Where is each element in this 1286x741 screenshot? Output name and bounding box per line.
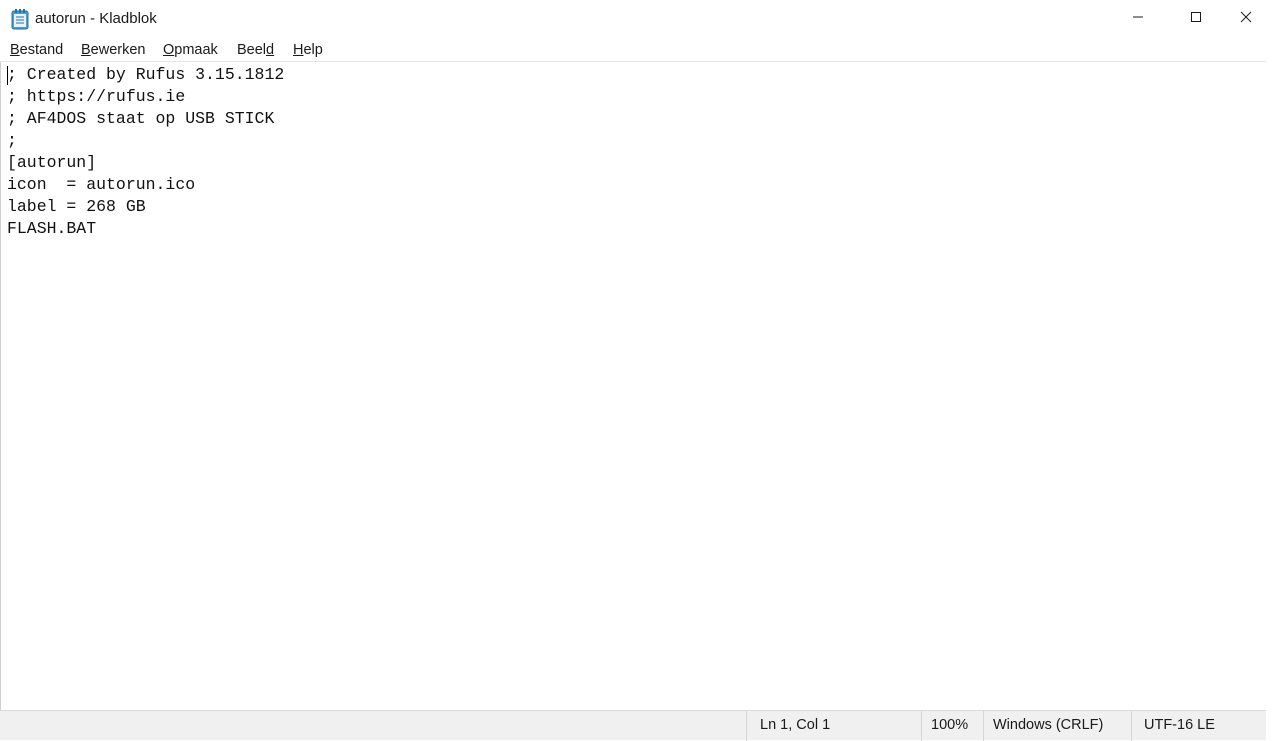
menu-bar: Bestand Bewerken Opmaak Beeld Help	[0, 38, 1266, 62]
status-zoom: 100%	[921, 711, 983, 741]
notepad-icon	[11, 8, 29, 30]
notepad-window: autorun - Kladblok Bestand Bewerken Opma…	[0, 0, 1266, 741]
desktop-edge	[1266, 0, 1286, 740]
title-bar[interactable]: autorun - Kladblok	[0, 0, 1266, 38]
close-icon	[1240, 10, 1252, 28]
status-cursor-position: Ln 1, Col 1	[746, 711, 921, 741]
text-caret	[7, 66, 8, 85]
menu-beeld[interactable]: Beeld	[237, 42, 274, 58]
menu-opmaak[interactable]: Opmaak	[163, 42, 218, 58]
minimize-icon	[1132, 10, 1144, 28]
maximize-icon	[1190, 10, 1202, 28]
menu-bewerken[interactable]: Bewerken	[81, 42, 145, 58]
text-editor[interactable]: ; Created by Rufus 3.15.1812 ; https://r…	[0, 62, 1266, 710]
status-bar: Ln 1, Col 1 100% Windows (CRLF) UTF-16 L…	[0, 710, 1266, 741]
minimize-button[interactable]	[1109, 0, 1167, 38]
status-encoding: UTF-16 LE	[1131, 711, 1266, 741]
status-line-endings: Windows (CRLF)	[983, 711, 1131, 741]
maximize-button[interactable]	[1167, 0, 1225, 38]
menu-bestand[interactable]: Bestand	[10, 42, 63, 58]
close-button[interactable]	[1225, 0, 1266, 38]
menu-help[interactable]: Help	[293, 42, 323, 58]
editor-content[interactable]: ; Created by Rufus 3.15.1812 ; https://r…	[7, 64, 284, 240]
window-title: autorun - Kladblok	[35, 10, 157, 27]
